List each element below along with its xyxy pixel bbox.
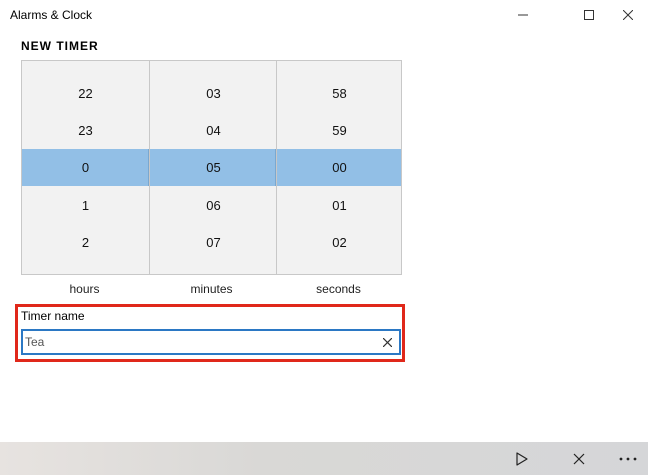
minutes-item[interactable]: 07 xyxy=(150,224,277,261)
timer-name-field[interactable] xyxy=(21,329,401,355)
hours-item[interactable]: 1 xyxy=(22,187,149,224)
maximize-icon xyxy=(584,10,594,20)
minimize-icon xyxy=(518,14,528,16)
hours-item[interactable]: 22 xyxy=(22,75,149,112)
start-button[interactable] xyxy=(500,442,544,475)
hours-selected-item[interactable]: 0 xyxy=(22,149,149,186)
cancel-button[interactable] xyxy=(557,442,601,475)
seconds-selected-item[interactable]: 00 xyxy=(277,149,402,186)
play-icon xyxy=(516,451,528,466)
hours-item[interactable]: 23 xyxy=(22,112,149,149)
seconds-item[interactable]: 58 xyxy=(277,75,402,112)
minutes-item[interactable]: 03 xyxy=(150,75,277,112)
close-icon xyxy=(623,10,633,20)
clear-icon xyxy=(382,337,392,347)
page-title: NEW TIMER xyxy=(21,39,99,53)
seconds-column[interactable]: 58 59 00 01 02 xyxy=(276,61,402,274)
hours-label: hours xyxy=(69,282,100,296)
bottom-app-bar xyxy=(0,442,648,475)
clear-text-button[interactable] xyxy=(379,334,395,350)
minutes-item[interactable]: 04 xyxy=(150,112,277,149)
timer-name-label: Timer name xyxy=(21,309,85,323)
close-button[interactable] xyxy=(605,0,648,30)
more-icon xyxy=(619,457,637,460)
more-button[interactable] xyxy=(606,442,648,475)
minutes-selected-item[interactable]: 05 xyxy=(150,149,277,186)
seconds-label: seconds xyxy=(316,282,361,296)
seconds-item[interactable]: 02 xyxy=(277,224,402,261)
minimize-button[interactable] xyxy=(500,0,546,30)
time-picker[interactable]: 22 23 0 1 2 03 04 05 06 07 58 59 00 01 0… xyxy=(21,60,402,275)
hours-item[interactable]: 2 xyxy=(22,224,149,261)
hours-column[interactable]: 22 23 0 1 2 xyxy=(22,61,149,274)
seconds-item[interactable]: 01 xyxy=(277,187,402,224)
cancel-icon xyxy=(573,453,585,464)
minutes-column[interactable]: 03 04 05 06 07 xyxy=(149,61,277,274)
minutes-item[interactable]: 06 xyxy=(150,187,277,224)
timer-name-input[interactable] xyxy=(25,333,365,351)
seconds-item[interactable]: 59 xyxy=(277,112,402,149)
app-title: Alarms & Clock xyxy=(10,8,93,22)
title-bar: Alarms & Clock xyxy=(0,0,648,30)
minutes-label: minutes xyxy=(190,282,233,296)
